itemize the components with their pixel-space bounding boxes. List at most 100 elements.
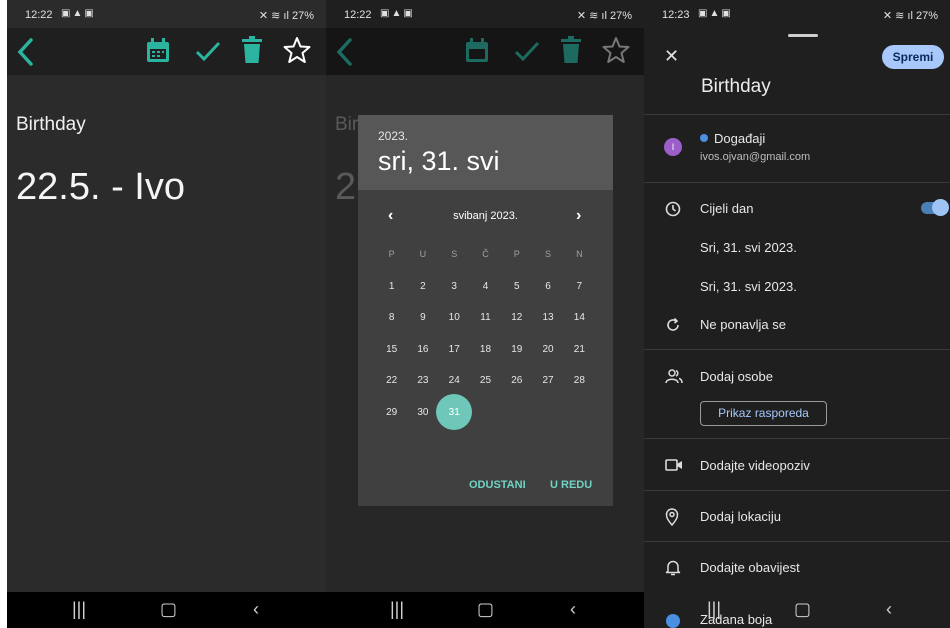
ok-button[interactable]: U REDU xyxy=(550,479,592,491)
calendar-day-number: 25 xyxy=(479,375,492,386)
recent-apps-icon[interactable]: ||| xyxy=(707,599,721,620)
calendar-day-number: 20 xyxy=(542,343,554,355)
calendar-day[interactable]: 3 xyxy=(439,271,470,303)
calendar-day[interactable]: 18 xyxy=(470,334,501,366)
calendar-day-number: 31 xyxy=(448,406,460,418)
calendar-day[interactable]: 29 xyxy=(376,397,407,429)
divider xyxy=(644,490,950,491)
nav-back-icon[interactable]: ‹ xyxy=(886,599,892,620)
calendar-icon xyxy=(466,38,488,62)
home-icon[interactable]: ▢ xyxy=(477,599,494,620)
calendar-empty-cell xyxy=(470,397,501,429)
close-icon[interactable]: ✕ xyxy=(664,46,679,67)
calendar-day-number: 21 xyxy=(573,343,585,355)
status-right: ✕ ≋ ıl 27% xyxy=(577,9,632,22)
start-date[interactable]: Sri, 31. svi 2023. xyxy=(700,240,797,255)
repeat-option[interactable]: Ne ponavlja se xyxy=(700,317,786,332)
star-icon xyxy=(602,37,630,63)
calendar-day-number: 26 xyxy=(511,375,523,386)
status-bar: 12:22 ▣▲▣ ✕ ≋ ıl 27% xyxy=(7,0,326,28)
note-title[interactable]: Birthday xyxy=(16,114,86,136)
calendar-day[interactable]: 11 xyxy=(470,302,501,334)
calendar-day[interactable]: 5 xyxy=(501,271,532,303)
calendar-day[interactable]: 24 xyxy=(439,365,470,397)
nav-back-icon[interactable]: ‹ xyxy=(570,599,576,620)
battery-level: 27% xyxy=(915,10,938,22)
back-arrow-icon[interactable] xyxy=(15,37,37,67)
recent-apps-icon[interactable]: ||| xyxy=(390,599,404,620)
home-icon[interactable]: ▢ xyxy=(160,599,177,620)
month-label: svibanj 2023. xyxy=(453,210,518,222)
calendar-account: ivos.ojvan@gmail.com xyxy=(700,151,811,163)
calendar-day[interactable]: 17 xyxy=(439,334,470,366)
video-call-icon xyxy=(665,459,682,471)
end-date[interactable]: Sri, 31. svi 2023. xyxy=(700,279,797,294)
calendar-day-number: 19 xyxy=(511,343,523,355)
calendar-day-number: 29 xyxy=(386,406,398,418)
event-title[interactable]: Birthday xyxy=(701,76,771,98)
cancel-button[interactable]: ODUSTANI xyxy=(469,479,526,491)
calendar-day-number: 24 xyxy=(448,375,460,386)
toolbar-dimmed xyxy=(326,28,644,75)
calendar-day[interactable]: 26 xyxy=(501,365,532,397)
calendar-day[interactable]: 30 xyxy=(407,397,438,429)
calendar-day[interactable]: 19 xyxy=(501,334,532,366)
calendar-day[interactable]: 14 xyxy=(564,302,595,334)
recent-apps-icon[interactable]: ||| xyxy=(72,599,86,620)
calendar-day[interactable]: 22 xyxy=(376,365,407,397)
calendar-day[interactable]: 23 xyxy=(407,365,438,397)
calendar-day[interactable]: 8 xyxy=(376,302,407,334)
divider xyxy=(644,349,950,350)
calendar-day-number: 1 xyxy=(388,280,395,292)
calendar-day[interactable]: 12 xyxy=(501,302,532,334)
calendar-day[interactable]: 7 xyxy=(564,271,595,303)
checkmark-icon[interactable] xyxy=(194,39,222,63)
add-notification[interactable]: Dodajte obavijest xyxy=(700,560,800,575)
trash-icon[interactable] xyxy=(241,36,263,64)
battery-level: 27% xyxy=(609,10,632,22)
calendar-icon[interactable] xyxy=(145,37,171,64)
save-button[interactable]: Spremi xyxy=(882,45,944,69)
home-icon[interactable]: ▢ xyxy=(794,599,811,620)
view-schedule-button[interactable]: Prikaz rasporeda xyxy=(700,401,827,426)
calendar-day[interactable]: 21 xyxy=(564,334,595,366)
dimmed-note-title: Bir xyxy=(335,114,359,135)
calendar-day-number: 28 xyxy=(573,375,585,386)
calendar-day[interactable]: 4 xyxy=(470,271,501,303)
calendar-day[interactable]: 13 xyxy=(532,302,563,334)
nav-back-icon[interactable]: ‹ xyxy=(253,599,259,620)
calendar-name[interactable]: Događaji xyxy=(700,131,765,146)
calendar-day[interactable]: 28 xyxy=(564,365,595,397)
calendar-day-selected[interactable]: 31 xyxy=(436,394,473,430)
calendar-day-number: 6 xyxy=(545,280,551,292)
calendar-day[interactable]: 25 xyxy=(470,365,501,397)
calendar-day-number: 15 xyxy=(386,343,398,355)
calendar-day[interactable]: 2 xyxy=(407,271,438,303)
calendar-day-number: 14 xyxy=(573,312,585,323)
calendar-day[interactable]: 15 xyxy=(376,334,407,366)
divider xyxy=(644,438,950,439)
calendar-week-row: 1 2 3 4 5 6 7 xyxy=(376,271,595,303)
calendar-week-row: 8 9 10 11 12 13 14 xyxy=(376,302,595,334)
calendar-day[interactable]: 27 xyxy=(532,365,563,397)
add-people[interactable]: Dodaj osobe xyxy=(700,369,773,384)
star-icon[interactable] xyxy=(283,36,311,64)
calendar-day[interactable]: 16 xyxy=(407,334,438,366)
calendar-day[interactable]: 10 xyxy=(439,302,470,334)
selected-year[interactable]: 2023. xyxy=(378,129,408,143)
weekday-label: U xyxy=(419,249,427,259)
trash-icon xyxy=(561,36,581,63)
weekday-label: P xyxy=(513,249,520,259)
status-right: ✕ ≋ ıl 27% xyxy=(259,9,314,22)
calendar-day[interactable]: 1 xyxy=(376,271,407,303)
all-day-toggle[interactable] xyxy=(921,199,949,216)
calendar-day[interactable]: 9 xyxy=(407,302,438,334)
drag-handle[interactable] xyxy=(788,34,818,37)
calendar-day[interactable]: 6 xyxy=(532,271,563,303)
people-icon xyxy=(665,369,683,384)
add-location[interactable]: Dodaj lokaciju xyxy=(700,509,781,524)
note-body[interactable]: 22.5. - Ivo xyxy=(16,166,185,209)
add-video-call[interactable]: Dodajte videopoziv xyxy=(700,458,810,473)
next-month-icon[interactable]: › xyxy=(576,207,581,225)
calendar-day[interactable]: 20 xyxy=(532,334,563,366)
